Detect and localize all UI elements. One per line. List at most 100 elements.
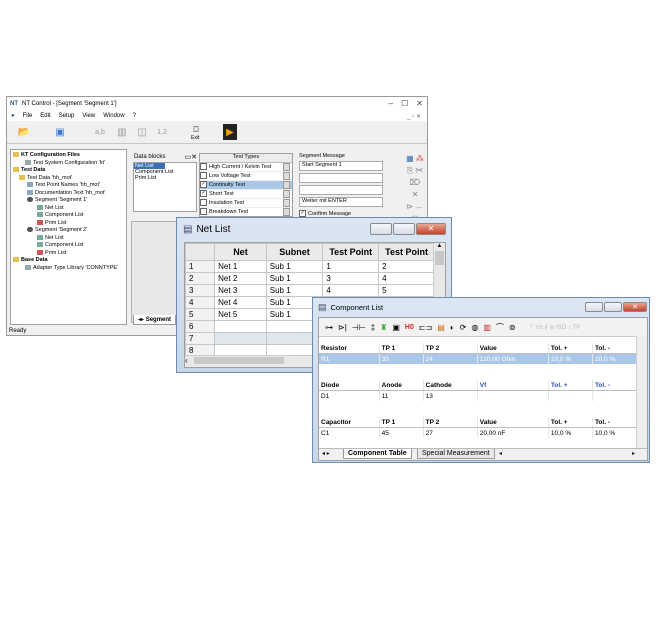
menu-app-icon[interactable]: ●: [11, 113, 15, 119]
message-line-1[interactable]: Start Segment 1: [299, 161, 383, 171]
table-cell[interactable]: [477, 390, 549, 401]
table-cell[interactable]: Sub 1: [265, 260, 324, 273]
table-cell[interactable]: [592, 390, 638, 401]
column-header[interactable]: Test Point: [378, 243, 435, 261]
table-cell[interactable]: 45: [379, 427, 424, 438]
table-row[interactable]: R1 35 24 120,00 Ohm 10,0 % 10,0 %: [319, 353, 638, 364]
table-row[interactable]: 1 Net 1 Sub 112: [185, 260, 435, 273]
confirm-message-option[interactable]: ✓ Confirm Message: [299, 210, 383, 217]
menu-help[interactable]: ?: [133, 113, 136, 119]
resistor-tool-icon[interactable]: ⊶: [325, 323, 333, 332]
table-row[interactable]: 2 Net 2 Sub 134: [185, 272, 435, 285]
save-icon[interactable]: ▣: [51, 124, 69, 140]
table-cell[interactable]: 1: [322, 260, 380, 273]
tree-base-data[interactable]: Base Data: [13, 257, 124, 265]
table-cell[interactable]: Sub 1: [265, 284, 324, 297]
scroll-thumb[interactable]: [193, 357, 284, 365]
menu-edit[interactable]: Edit: [40, 113, 50, 119]
close-icon[interactable]: ✕: [623, 302, 647, 312]
test-type-checkbox[interactable]: ✓: [200, 190, 207, 197]
loop-tool-icon[interactable]: ⟳: [460, 323, 467, 332]
table-cell[interactable]: 5: [378, 284, 435, 297]
parameter-icon[interactable]: [283, 199, 290, 207]
tab-nav-arrows[interactable]: ◂ ▸: [322, 450, 330, 457]
mdi-buttons[interactable]: _ ▫ ✕: [407, 113, 421, 120]
tree-component-list[interactable]: Component List: [13, 212, 124, 220]
column-header[interactable]: Test Point: [322, 243, 380, 261]
transistor-tool-icon[interactable]: ▣: [392, 323, 400, 332]
table-cell[interactable]: 4: [378, 272, 435, 285]
test-type-item[interactable]: Insulation Test: [200, 199, 292, 208]
data-block-item[interactable]: Prim List: [134, 175, 196, 181]
switch-tool-icon[interactable]: ◐: [450, 323, 455, 332]
table-cell[interactable]: 11: [379, 390, 424, 401]
tree-segment2[interactable]: Segment 'Segment 2': [13, 227, 124, 235]
parameter-icon[interactable]: [283, 208, 290, 216]
grid-icon[interactable]: ▦ ⁂: [405, 153, 425, 165]
test-type-item[interactable]: ✓ Continuity Test: [200, 181, 292, 190]
minimize-icon[interactable]: [585, 302, 603, 312]
columns-icon[interactable]: ▥: [113, 124, 131, 140]
tree-adapter[interactable]: Adapter Type Library 'CONNTYPE': [13, 265, 124, 273]
connector-tool-icon[interactable]: ◍: [471, 323, 478, 332]
led-tool-icon[interactable]: ▥: [483, 323, 491, 332]
close-icon[interactable]: ✕: [416, 99, 423, 108]
ab-icon[interactable]: a,b: [91, 124, 109, 140]
table-row[interactable]: D1 11 13: [319, 390, 638, 401]
test-type-item[interactable]: Low Voltage Test: [200, 172, 292, 181]
table-cell[interactable]: R1: [319, 353, 380, 364]
compare-icon[interactable]: ◫: [133, 124, 151, 140]
test-type-checkbox[interactable]: [200, 208, 207, 215]
scroll-right-icon[interactable]: ▸: [632, 450, 635, 457]
relay-tool-icon[interactable]: ▤: [437, 323, 445, 332]
table-cell[interactable]: 120,00 Ohm: [477, 353, 549, 364]
vertical-scrollbar[interactable]: [636, 336, 647, 450]
table-cell[interactable]: 35: [379, 353, 424, 364]
inductor-tool-icon[interactable]: ‡: [371, 323, 375, 332]
parameter-icon[interactable]: [283, 181, 290, 189]
tab-segment[interactable]: ◂▸ Segment: [133, 315, 177, 325]
table-cell[interactable]: Sub 1: [265, 272, 324, 285]
table-cell[interactable]: [548, 390, 593, 401]
bell-tool-icon[interactable]: ♜: [380, 323, 387, 332]
test-type-checkbox[interactable]: [200, 199, 207, 206]
tree-doc-text[interactable]: Documentation Text 'hh_mot': [13, 190, 124, 198]
arrow-tool-icon[interactable]: ⊳ ←: [405, 201, 425, 213]
data-blocks-list[interactable]: Net List Component List Prim List: [133, 162, 197, 212]
menu-file[interactable]: File: [23, 113, 33, 119]
maximize-icon[interactable]: [393, 223, 415, 235]
copy-icon[interactable]: ⎘ ✂: [405, 165, 425, 177]
page-indicator[interactable]: 1.2: [153, 124, 171, 140]
tree-prim-list[interactable]: Prim List: [13, 220, 124, 228]
parameter-icon[interactable]: [283, 163, 290, 171]
data-blocks-buttons[interactable]: ▭✕: [185, 153, 198, 161]
wire-tool-icon[interactable]: ⌒: [496, 322, 504, 333]
table-cell[interactable]: Net 1: [214, 260, 267, 273]
table-cell[interactable]: [214, 320, 267, 333]
table-cell[interactable]: D1: [319, 390, 380, 401]
delete-icon[interactable]: ✕: [191, 154, 197, 161]
test-type-item[interactable]: ✓ Short Test: [200, 190, 292, 199]
test-type-checkbox[interactable]: ✓: [200, 181, 207, 188]
test-type-item[interactable]: Breakdown Test: [200, 208, 292, 216]
maximize-icon[interactable]: [604, 302, 622, 312]
maximize-icon[interactable]: ☐: [401, 99, 408, 108]
menu-view[interactable]: View: [82, 113, 95, 119]
table-cell[interactable]: Net 4: [214, 296, 267, 309]
tree-net-list-2[interactable]: Net List: [13, 235, 124, 243]
table-cell[interactable]: 27: [423, 427, 478, 438]
tree-test-data-file[interactable]: Test Data 'hh_mot': [13, 175, 124, 183]
test-type-checkbox[interactable]: [200, 172, 207, 179]
column-header[interactable]: Subnet: [265, 243, 324, 261]
h0-tool-button[interactable]: H0: [405, 324, 414, 331]
table-cell[interactable]: 2: [378, 260, 435, 273]
table-cell[interactable]: C1: [319, 427, 380, 438]
minimize-icon[interactable]: [370, 223, 392, 235]
message-line-2[interactable]: [299, 173, 383, 183]
scroll-left-icon[interactable]: ◂: [499, 450, 502, 457]
confirm-checkbox[interactable]: ✓: [299, 210, 306, 217]
tree-test-system[interactable]: Test System Configuration 'kt': [13, 160, 124, 168]
table-cell[interactable]: 3: [322, 272, 380, 285]
table-cell[interactable]: 4: [322, 284, 380, 297]
minimize-icon[interactable]: –: [389, 99, 393, 108]
